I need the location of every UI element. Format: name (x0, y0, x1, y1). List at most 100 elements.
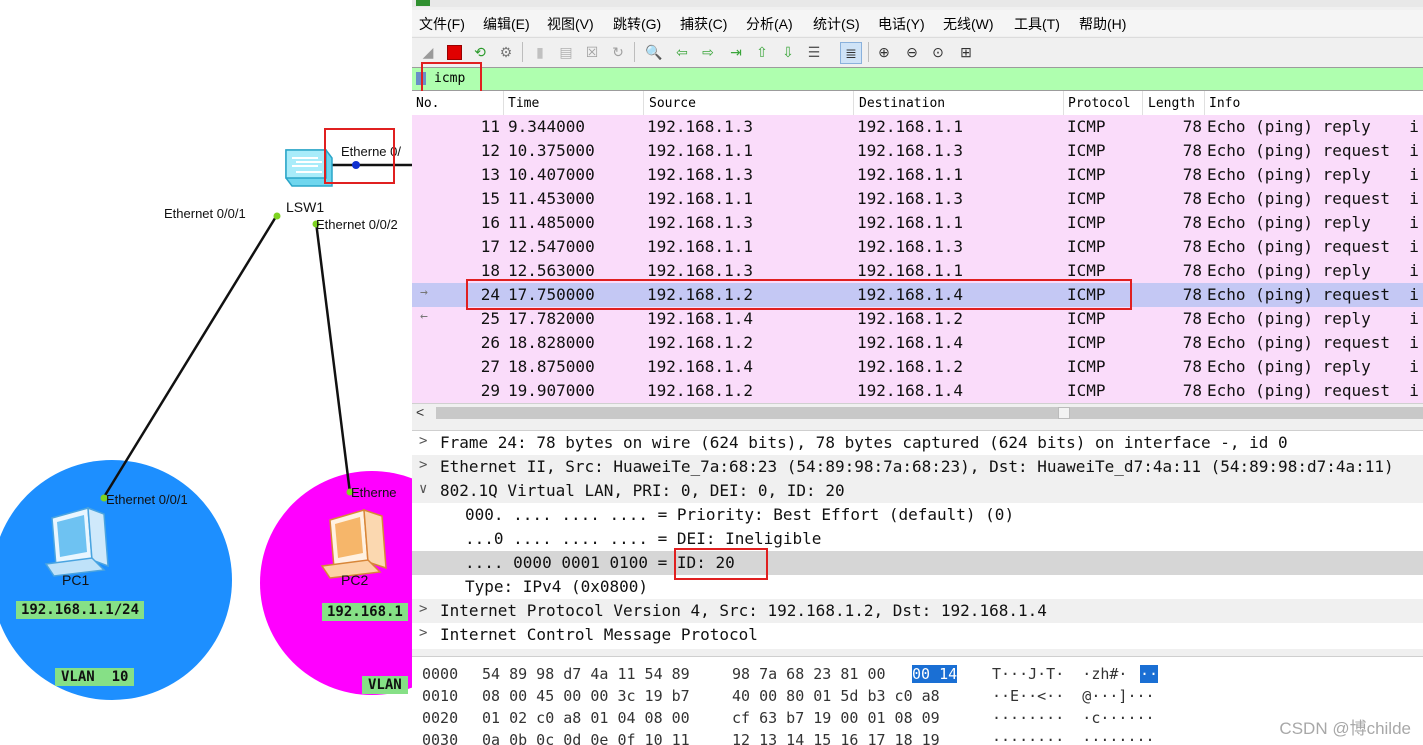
detail-row[interactable]: > Internet Protocol Version 4, Src: 192.1… (412, 599, 1423, 623)
expand-chevron-icon[interactable]: > (419, 433, 427, 449)
col-header-no[interactable]: No. (416, 96, 439, 111)
packet-row[interactable]: 27 18.875000 192.168.1.4 192.168.1.2 ICMP 78 E… (412, 355, 1423, 379)
cell-protocol: ICMP (1067, 213, 1106, 232)
cell-info: Echo (ping) request i (1207, 141, 1419, 160)
packet-row[interactable]: 25 17.782000 192.168.1.4 192.168.1.2 ICMP 78 E… (412, 307, 1423, 331)
packet-list-hscrollbar[interactable]: < (412, 403, 1423, 421)
pc2-computer-icon[interactable] (320, 508, 387, 579)
cell-time: 11.453000 (508, 189, 595, 208)
go-back-icon[interactable]: ⇦ (672, 42, 692, 62)
cell-destination: 192.168.1.1 (857, 213, 963, 232)
detail-row[interactable]: > Frame 24: 78 bytes on wire (624 bits), … (412, 431, 1423, 455)
menu-telephony[interactable]: 电话(Y) (878, 14, 925, 34)
expand-chevron-icon[interactable]: > (419, 457, 427, 473)
menu-capture[interactable]: 捕获(C) (680, 14, 727, 34)
detail-row[interactable]: 000. .... .... .... = Priority: Best Eff… (412, 503, 1423, 527)
expand-chevron-icon[interactable]: > (419, 601, 427, 617)
col-header-protocol[interactable]: Protocol (1068, 96, 1131, 111)
restart-capture-icon[interactable]: ⟲ (470, 42, 490, 62)
find-packet-icon[interactable]: 🔍 (644, 42, 664, 62)
hex-ascii-selected: ·· (1140, 665, 1159, 683)
detail-row[interactable]: Type: IPv4 (0x0800) (412, 575, 1423, 599)
menu-tools[interactable]: 工具(T) (1014, 14, 1060, 34)
topology-canvas[interactable]: Ethernet 0/0/1 Ethernet 0/0/2 LSW1 Ether… (0, 0, 412, 745)
cell-time: 17.782000 (508, 309, 595, 328)
cell-destination: 192.168.1.3 (857, 141, 963, 160)
packet-row[interactable]: 11 9.344000 192.168.1.3 192.168.1.1 ICMP 78 Ec… (412, 115, 1423, 139)
packet-bytes-pane[interactable]: 0000 54 89 98 d7 4a 11 54 89 98 7a 68 23 8… (412, 656, 1423, 745)
hex-bytes-second: 40 00 80 01 5d b3 c0 a8 (732, 687, 940, 705)
hex-row[interactable]: 0000 54 89 98 d7 4a 11 54 89 98 7a 68 23 8… (412, 663, 1423, 685)
detail-text: 000. .... .... .... = Priority: Best Eff… (465, 505, 1015, 524)
link-pc2 (314, 221, 352, 494)
packet-row[interactable]: 16 11.485000 192.168.1.3 192.168.1.1 ICMP 78 E… (412, 211, 1423, 235)
cell-source: 192.168.1.2 (647, 381, 753, 400)
col-header-destination[interactable]: Destination (859, 96, 945, 111)
detail-row[interactable]: > Internet Control Message Protocol (412, 623, 1423, 647)
packet-row[interactable]: 26 18.828000 192.168.1.2 192.168.1.4 ICMP 78 E… (412, 331, 1423, 355)
packet-row[interactable]: 12 10.375000 192.168.1.1 192.168.1.3 ICMP 78 E… (412, 139, 1423, 163)
menu-wireless[interactable]: 无线(W) (943, 14, 994, 34)
hex-row[interactable]: 0010 08 00 45 00 00 3c 19 b7 40 00 80 01 5… (412, 685, 1423, 707)
detail-text: Frame 24: 78 bytes on wire (624 bits), 7… (440, 433, 1288, 452)
autoscroll-icon[interactable]: ☰ (804, 42, 824, 62)
cell-length: 78 (1182, 381, 1202, 400)
go-to-packet-icon[interactable]: ⇥ (726, 42, 746, 62)
last-packet-icon[interactable]: ⇩ (778, 42, 798, 62)
hex-offset: 0030 (422, 731, 459, 745)
expand-chevron-icon[interactable]: > (419, 625, 427, 641)
hex-bytes-second: 12 13 14 15 16 17 18 19 (732, 731, 940, 745)
pc1-computer-icon[interactable] (44, 506, 109, 577)
hex-bytes-first: 54 89 98 d7 4a 11 54 89 (482, 665, 690, 683)
col-header-info[interactable]: Info (1209, 96, 1240, 111)
display-filter-bar (412, 67, 1423, 91)
zoom-out-icon[interactable]: ⊖ (902, 42, 922, 62)
open-file-icon[interactable]: ▮ (530, 42, 550, 62)
cell-time: 12.547000 (508, 237, 595, 256)
packet-details-pane[interactable]: > Frame 24: 78 bytes on wire (624 bits), … (412, 430, 1423, 649)
scrollbar-thumb[interactable] (1058, 407, 1070, 419)
capture-options-icon[interactable]: ⚙ (496, 42, 516, 62)
hex-bytes-first: 0a 0b 0c 0d 0e 0f 10 11 (482, 731, 690, 745)
packet-row[interactable]: 13 10.407000 192.168.1.3 192.168.1.1 ICMP 78 E… (412, 163, 1423, 187)
menu-edit[interactable]: 编辑(E) (483, 14, 530, 34)
menu-statistics[interactable]: 统计(S) (813, 14, 860, 34)
port-dot-e001 (273, 212, 281, 220)
detail-row[interactable]: > Ethernet II, Src: HuaweiTe_7a:68:23 (54… (412, 455, 1423, 479)
colorize-icon[interactable]: ≣ (840, 42, 862, 64)
start-capture-icon[interactable]: ◢ (418, 42, 438, 62)
resize-columns-icon[interactable]: ⊞ (956, 42, 976, 62)
packet-row[interactable]: 29 19.907000 192.168.1.2 192.168.1.4 ICMP 78 E… (412, 379, 1423, 403)
col-header-source[interactable]: Source (649, 96, 696, 111)
pc2-vlan-badge: VLAN (362, 676, 408, 694)
first-packet-icon[interactable]: ⇧ (752, 42, 772, 62)
stop-capture-icon[interactable] (444, 42, 464, 62)
col-header-length[interactable]: Length (1148, 96, 1195, 111)
cell-info: Echo (ping) reply i (1207, 261, 1419, 280)
reload-file-icon[interactable]: ↻ (608, 42, 628, 62)
go-forward-icon[interactable]: ⇨ (698, 42, 718, 62)
normal-size-icon[interactable]: ⊙ (928, 42, 948, 62)
detail-row[interactable]: .... 0000 0001 0100 = ID: 20 (412, 551, 1423, 575)
col-header-time[interactable]: Time (508, 96, 539, 111)
scrollbar-track[interactable] (436, 407, 1423, 419)
packet-list[interactable]: No. Time Source Destination Protocol Len… (412, 91, 1423, 421)
save-file-icon[interactable]: ▤ (556, 42, 576, 62)
cell-no: 26 (480, 333, 500, 352)
zoom-in-icon[interactable]: ⊕ (874, 42, 894, 62)
packet-row[interactable]: 17 12.547000 192.168.1.1 192.168.1.3 ICMP 78 E… (412, 235, 1423, 259)
detail-row[interactable]: ∨ 802.1Q Virtual LAN, PRI: 0, DEI: 0, ID:… (412, 479, 1423, 503)
menu-view[interactable]: 视图(V) (547, 14, 594, 34)
display-filter-input[interactable] (432, 69, 1416, 88)
collapse-chevron-icon[interactable]: ∨ (419, 481, 427, 497)
menu-help[interactable]: 帮助(H) (1079, 14, 1126, 34)
close-file-icon[interactable]: ☒ (582, 42, 602, 62)
hex-row[interactable]: 0030 0a 0b 0c 0d 0e 0f 10 11 12 13 14 15 1… (412, 729, 1423, 745)
scroll-left-icon[interactable]: < (416, 404, 424, 420)
packet-row[interactable]: 15 11.453000 192.168.1.1 192.168.1.3 ICMP 78 E… (412, 187, 1423, 211)
menu-go[interactable]: 跳转(G) (613, 14, 661, 34)
detail-row[interactable]: ...0 .... .... .... = DEI: Ineligible (412, 527, 1423, 551)
hex-row[interactable]: 0020 01 02 c0 a8 01 04 08 00 cf 63 b7 19 0… (412, 707, 1423, 729)
menu-analyze[interactable]: 分析(A) (746, 14, 793, 34)
menu-file[interactable]: 文件(F) (419, 14, 465, 34)
